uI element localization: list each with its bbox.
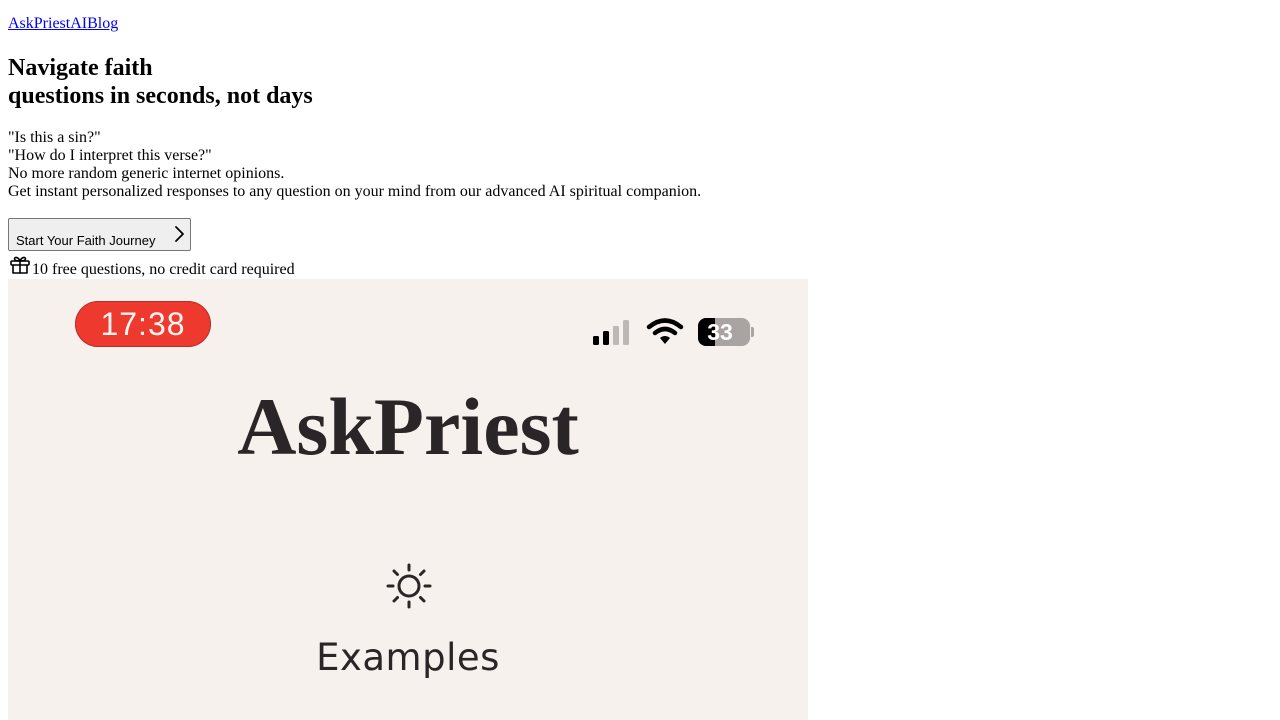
chevron-right-icon xyxy=(175,226,184,242)
description-line-1: No more random generic internet opinions… xyxy=(8,165,285,182)
gift-icon xyxy=(10,256,30,274)
cellular-signal-icon xyxy=(593,320,629,345)
battery-percent: 33 xyxy=(707,319,733,345)
sun-icon xyxy=(386,563,432,609)
home-link[interactable]: AskPriestAI xyxy=(8,15,87,32)
hero-description: "Is this a sin?" "How do I interpret thi… xyxy=(8,129,701,201)
battery-indicator: 33 xyxy=(698,318,756,346)
start-journey-button[interactable]: Start Your Faith Journey xyxy=(8,218,191,251)
app-title: AskPriest xyxy=(237,381,579,472)
battery-body: 33 xyxy=(698,318,750,346)
free-questions-text: 10 free questions, no credit card requir… xyxy=(32,261,295,278)
top-nav: AskPriestAIBlog xyxy=(8,14,118,34)
description-line-2: Get instant personalized responses to an… xyxy=(8,183,702,200)
example-question-1: "Is this a sin?" xyxy=(8,129,101,146)
status-time-pill: 17:38 xyxy=(75,301,211,347)
blog-link[interactable]: Blog xyxy=(87,15,118,32)
headline-line-2: questions in seconds, not days xyxy=(8,83,313,109)
example-question-2: "How do I interpret this verse?" xyxy=(8,147,212,164)
app-preview-image: 17:38 33 AskPriest Examples xyxy=(8,279,808,720)
headline-line-1: Navigate faith xyxy=(8,55,153,81)
examples-label: Examples xyxy=(316,636,500,679)
wifi-icon xyxy=(646,318,684,344)
start-journey-label: Start Your Faith Journey xyxy=(16,233,156,248)
hero-headline: Navigate faith questions in seconds, not… xyxy=(8,54,313,110)
landing-page: AskPriestAIBlog Navigate faith questions… xyxy=(0,0,1280,720)
battery-cap xyxy=(751,327,754,337)
